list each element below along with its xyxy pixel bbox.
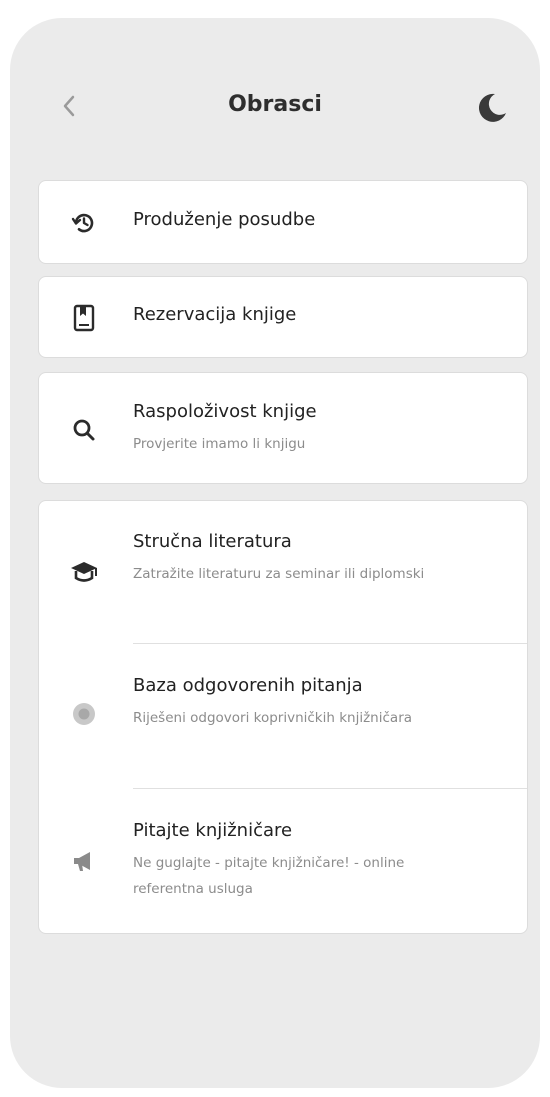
menu-item-label: Produženje posudbe <box>133 209 316 230</box>
menu-item-label: Raspoloživost knjige <box>133 401 317 422</box>
menu-item-availability[interactable]: Raspoloživost knjige Provjerite imamo li… <box>39 373 527 485</box>
phone-screen: Obrasci Produženje posudbe Rezervacija k… <box>10 18 540 1088</box>
book-icon <box>69 303 99 333</box>
menu-item-subtitle: Riješeni odgovori koprivničkih knjižniča… <box>133 710 413 726</box>
menu-item-label: Rezervacija knjige <box>133 304 297 325</box>
card-reservation: Rezervacija knjige <box>38 276 528 358</box>
menu-item-label: Baza odgovorenih pitanja <box>133 675 363 696</box>
menu-item-reservation[interactable]: Rezervacija knjige <box>39 277 527 359</box>
search-icon <box>69 415 99 445</box>
menu-item-renewal[interactable]: Produženje posudbe <box>39 181 527 265</box>
card-availability: Raspoloživost knjige Provjerite imamo li… <box>38 372 528 484</box>
dark-mode-toggle[interactable] <box>470 86 514 130</box>
history-icon <box>69 208 99 238</box>
card-group-help: Stručna literatura Zatražite literaturu … <box>38 500 528 934</box>
moon-icon <box>478 93 506 122</box>
menu-item-subtitle: Ne guglajte - pitajte knjižničare! - onl… <box>133 855 405 897</box>
badge-icon <box>69 699 99 729</box>
card-renewal: Produženje posudbe <box>38 180 528 264</box>
menu-item-answers[interactable]: Baza odgovorenih pitanja Riješeni odgovo… <box>39 643 527 788</box>
header: Obrasci <box>10 78 540 138</box>
menu-item-label: Pitajte knjižničare <box>133 820 293 841</box>
menu-item-ask[interactable]: Pitajte knjižničare Ne guglajte - pitajt… <box>39 788 527 933</box>
menu-item-subtitle: Provjerite imamo li knjigu <box>133 436 306 452</box>
megaphone-icon <box>69 846 99 876</box>
menu-item-label: Stručna literatura <box>133 531 292 552</box>
page-title: Obrasci <box>228 92 322 117</box>
graduation-cap-icon <box>69 557 99 587</box>
menu-item-literature[interactable]: Stručna literatura Zatražite literaturu … <box>39 501 527 643</box>
menu-item-subtitle: Zatražite literaturu za seminar ili dipl… <box>133 566 425 582</box>
